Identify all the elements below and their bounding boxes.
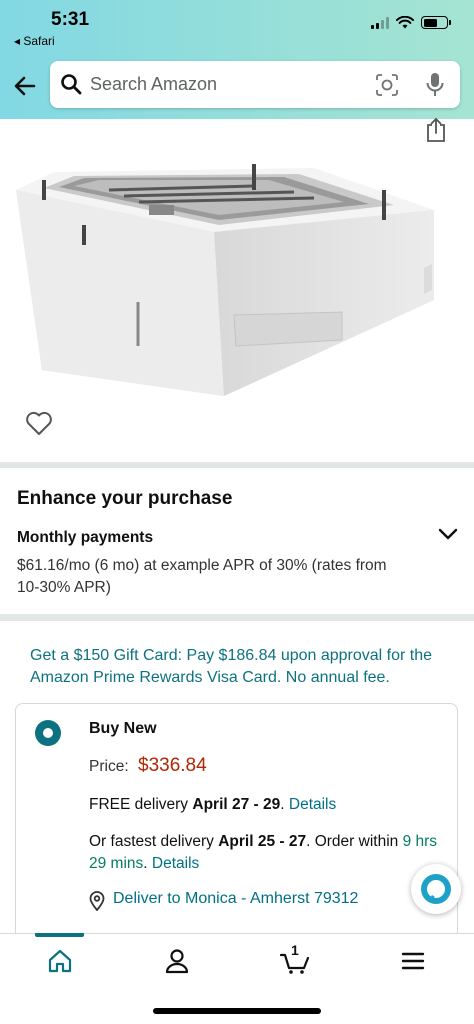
fastest-details-link[interactable]: Details (152, 855, 199, 872)
person-icon[interactable] (162, 946, 192, 976)
buy-new-radio[interactable] (35, 720, 61, 746)
status-icons (371, 16, 451, 29)
share-icon[interactable] (425, 117, 447, 143)
free-delivery-line: FREE delivery April 27 - 29. Details (89, 796, 336, 814)
microphone-icon[interactable] (425, 72, 445, 98)
monthly-payments-desc: $61.16/mo (6 mo) at example APR of 30% (… (17, 557, 387, 596)
location-pin-icon (89, 891, 105, 911)
search-input[interactable] (90, 69, 360, 99)
product-image[interactable] (14, 150, 464, 398)
home-indicator[interactable] (153, 1008, 321, 1014)
nav-active-indicator (35, 933, 84, 937)
price-value: $336.84 (138, 755, 207, 776)
monthly-payments-title[interactable]: Monthly payments (17, 529, 153, 547)
fastest-prefix: Or fastest delivery (89, 833, 219, 850)
battery-icon (421, 16, 451, 29)
home-icon[interactable] (45, 946, 75, 976)
alexa-button[interactable] (411, 864, 461, 914)
app-header: 5:31 ◂ Safari (0, 0, 474, 119)
section-divider (0, 614, 474, 621)
back-to-safari[interactable]: ◂ Safari (14, 34, 55, 48)
free-delivery-prefix: FREE delivery (89, 796, 193, 813)
camera-lens-icon[interactable] (375, 73, 399, 97)
arrow-left-icon[interactable] (10, 71, 40, 101)
menu-icon[interactable] (398, 946, 428, 976)
fastest-mid: . Order within (306, 833, 403, 850)
free-delivery-details-link[interactable]: Details (289, 796, 336, 813)
free-delivery-sep: . (280, 796, 289, 813)
chevron-down-icon[interactable] (437, 526, 459, 542)
gift-card-promo-link[interactable]: Get a $150 Gift Card: Pay $186.84 upon a… (30, 645, 450, 689)
deliver-to-link[interactable]: Deliver to Monica - Amherst 79312 (113, 890, 358, 908)
search-bar[interactable] (50, 61, 460, 108)
fastest-delivery-line: Or fastest delivery April 25 - 27. Order… (89, 831, 449, 875)
enhance-title: Enhance your purchase (17, 488, 233, 509)
wifi-icon (396, 16, 414, 29)
status-time: 5:31 (51, 9, 90, 30)
signal-icon (371, 16, 389, 29)
cart-count-badge: 1 (291, 942, 299, 958)
section-divider (0, 462, 474, 468)
alexa-icon (421, 874, 451, 904)
price-label: Price: (89, 758, 129, 775)
fastest-dates: April 25 - 27 (218, 833, 307, 850)
buy-new-label[interactable]: Buy New (89, 720, 157, 738)
heart-icon[interactable] (25, 410, 53, 436)
free-delivery-dates: April 27 - 29 (192, 796, 281, 813)
search-icon[interactable] (60, 73, 82, 95)
fastest-sep: . (143, 855, 152, 872)
